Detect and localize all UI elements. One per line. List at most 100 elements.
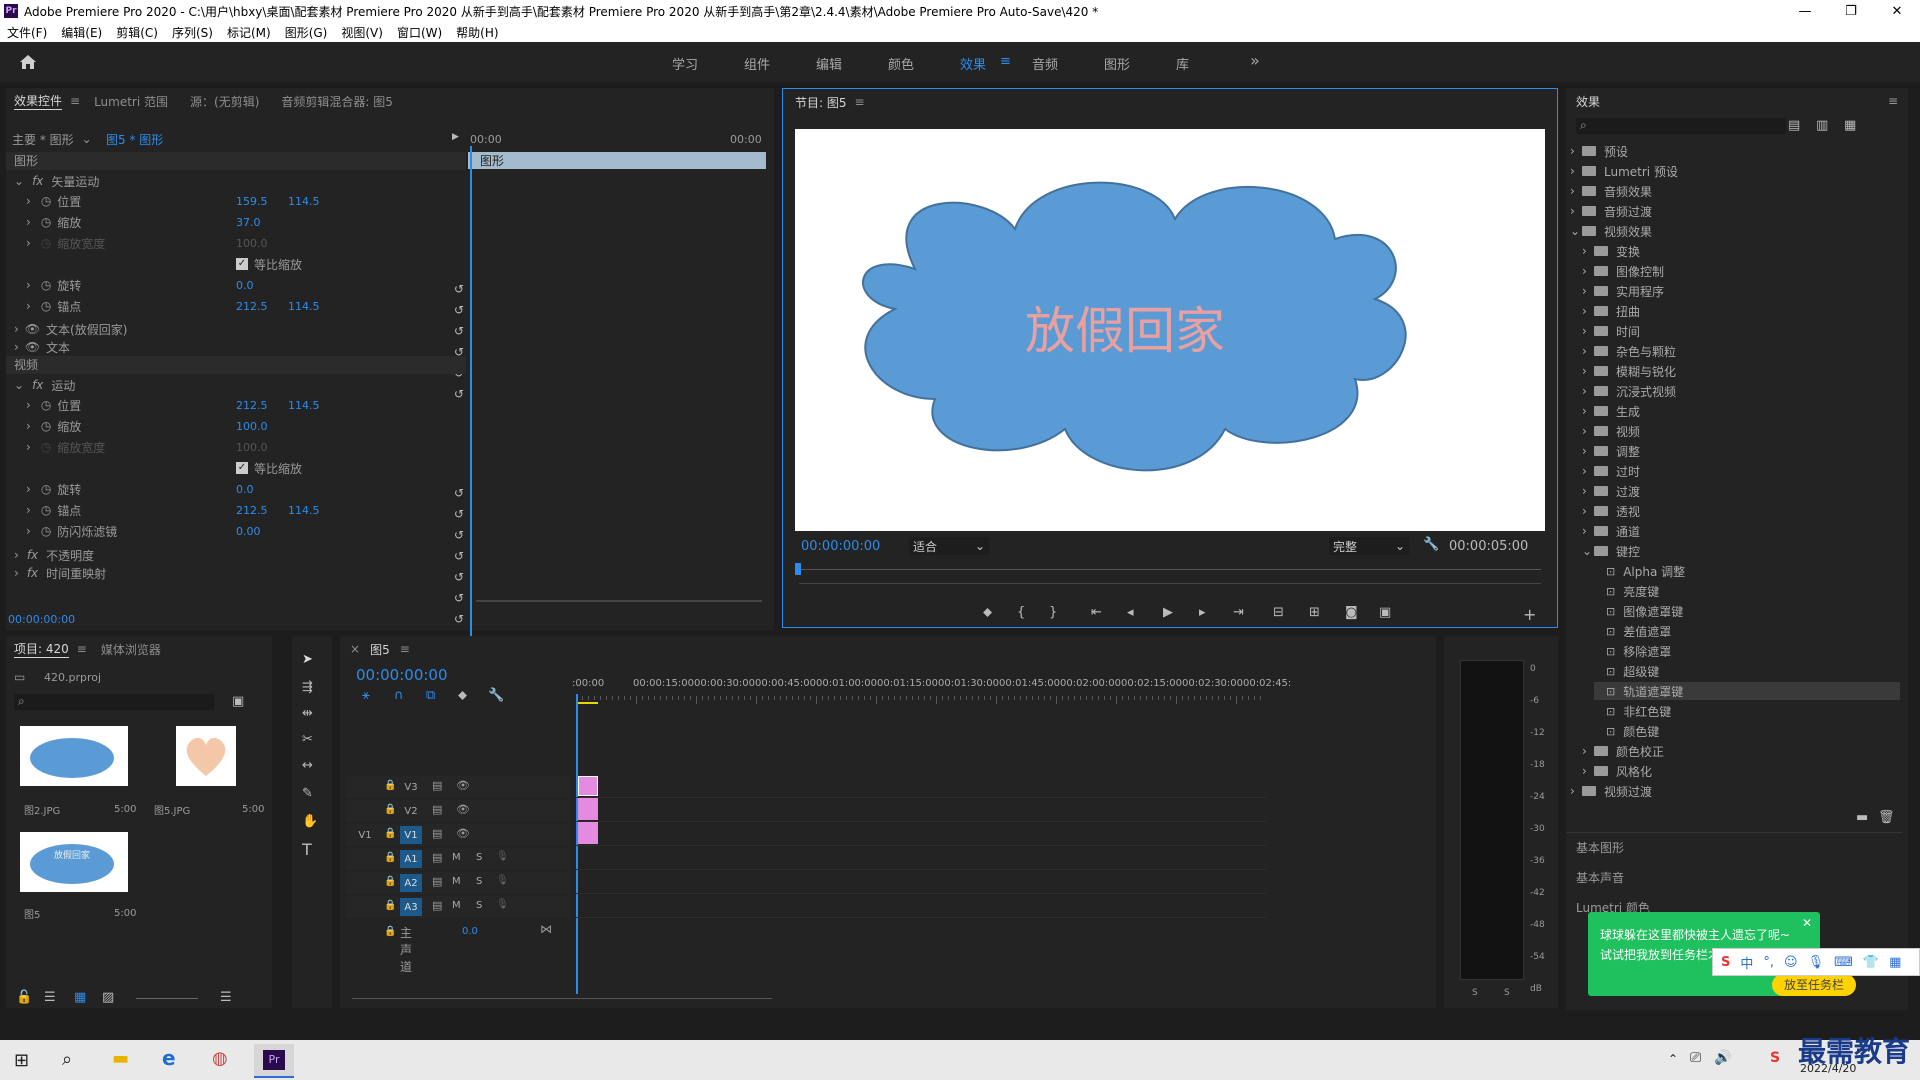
clip-v2[interactable] xyxy=(578,798,598,820)
stopwatch-icon[interactable]: ◷ xyxy=(41,299,51,313)
track-lane[interactable] xyxy=(576,848,1266,870)
effects-tree-item[interactable]: › 扭曲 xyxy=(1582,302,1900,320)
bowtie-icon[interactable]: ⋈ xyxy=(540,922,552,936)
effects-tree-item[interactable]: ⌄ 键控 xyxy=(1582,542,1900,560)
track-select-icon[interactable]: ⇶ xyxy=(302,680,313,695)
effects-tree-item[interactable]: ⊡ 亮度键 xyxy=(1594,582,1900,600)
effects-tree-item[interactable]: ⊡ 轨道遮罩键 xyxy=(1594,682,1900,700)
menu-view[interactable]: 视图(V) xyxy=(334,24,390,41)
hand-icon[interactable]: ✋ xyxy=(302,814,318,829)
solo-right[interactable]: S xyxy=(1504,988,1510,998)
work-area-bar[interactable] xyxy=(578,702,598,704)
effects-tree-item[interactable]: › 视频过渡 xyxy=(1570,782,1900,800)
ec-param-row[interactable]: › ◷ 位置 212.5 114.5 xyxy=(26,396,466,414)
effects-tree-item[interactable]: › 杂色与颗粒 xyxy=(1582,342,1900,360)
chevron-right-icon[interactable]: › xyxy=(26,215,31,229)
ec-param-row[interactable]: ✓ 等比缩放 xyxy=(26,255,466,273)
mute-button[interactable]: M xyxy=(452,876,461,887)
ec-param-row[interactable]: › ◷ 旋转 0.0 xyxy=(26,276,466,294)
play-icon[interactable]: ▶ xyxy=(1163,605,1173,620)
app-icon[interactable]: ◍ xyxy=(212,1048,228,1069)
track-target[interactable]: A2 xyxy=(400,874,422,892)
sync-lock-icon[interactable]: ▤ xyxy=(432,875,442,888)
ec-param-row[interactable]: › ◷ 锚点 212.5 114.5 xyxy=(26,297,466,315)
stopwatch-icon[interactable]: ◷ xyxy=(41,482,51,496)
solo-button[interactable]: S xyxy=(476,900,482,911)
effects-tree-item[interactable]: › 视频 xyxy=(1582,422,1900,440)
lift-icon[interactable]: ⊟ xyxy=(1273,605,1284,620)
tab-effect-controls[interactable]: 效果控件 xyxy=(14,92,63,110)
ec-param-row[interactable]: › ◷ 位置 159.5 114.5 xyxy=(26,192,466,210)
chevron-right-icon[interactable]: › xyxy=(26,194,31,208)
find-icon[interactable]: ▣ xyxy=(232,694,244,709)
lock-icon[interactable]: 🔒 xyxy=(384,852,396,863)
reset-icon[interactable]: ↺ xyxy=(454,549,464,563)
sync-lock-icon[interactable]: ▤ xyxy=(432,899,442,912)
home-icon[interactable] xyxy=(18,52,38,72)
track-lane[interactable] xyxy=(576,824,1266,846)
ec-param-row[interactable]: › ◷ 缩放宽度 100.0 xyxy=(26,234,466,252)
add-marker-icon[interactable]: ⬥ xyxy=(458,688,467,703)
sort-icon[interactable]: ☰ xyxy=(220,990,232,1005)
workspace-editing[interactable]: 编辑 xyxy=(816,54,842,73)
effects-tree-item[interactable]: ⊡ 差值遮罩 xyxy=(1594,622,1900,640)
project-item-thumb[interactable] xyxy=(20,726,128,786)
essential-graphics[interactable]: 基本图形 xyxy=(1576,838,1624,856)
minimize-button[interactable]: — xyxy=(1782,0,1828,22)
text1-row[interactable]: › 👁 文本(放假回家) xyxy=(14,320,127,338)
effects-tree-item[interactable]: › 时间 xyxy=(1582,322,1900,340)
tab-audio-clip-mixer[interactable]: 音频剪辑混合器: 图5 xyxy=(281,93,393,110)
go-to-out-icon[interactable]: ⇥ xyxy=(1233,605,1244,620)
track-lane[interactable] xyxy=(576,776,1266,798)
workspace-menu-icon[interactable]: ≡ xyxy=(1000,54,1011,69)
list-view-icon[interactable]: ☰ xyxy=(44,990,56,1005)
lock-icon[interactable]: 🔓 xyxy=(16,990,32,1005)
ec-zoom-scrollbar[interactable] xyxy=(476,600,762,602)
program-time-ruler[interactable] xyxy=(799,569,1541,570)
clip-v3[interactable] xyxy=(578,776,598,796)
ec-timecode[interactable]: 00:00:00:00 xyxy=(8,610,75,628)
project-search-input[interactable]: ⌕ xyxy=(14,694,214,710)
wrench-icon[interactable]: 🔧 xyxy=(1423,537,1439,552)
effects-tree-item[interactable]: › 实用程序 xyxy=(1582,282,1900,300)
workspace-learn[interactable]: 学习 xyxy=(672,54,698,73)
effects-tree-item[interactable]: › 音频效果 xyxy=(1570,182,1900,200)
slip-icon[interactable]: ↔ xyxy=(302,758,313,773)
step-forward-icon[interactable]: ▸ xyxy=(1199,605,1206,620)
timeline-ruler[interactable]: :00:00 00:00:15:00 00:00:30:00 00:00:45:00 0… xyxy=(572,678,1291,706)
sync-lock-icon[interactable]: ▤ xyxy=(432,803,442,816)
menu-graphics[interactable]: 图形(G) xyxy=(278,24,335,41)
chevron-right-icon[interactable]: › xyxy=(26,278,31,292)
mute-button[interactable]: M xyxy=(452,852,461,863)
effects-tree-item[interactable]: ⌄ 视频效果 xyxy=(1570,222,1900,240)
chevron-right-icon[interactable]: › xyxy=(26,440,31,454)
param-value[interactable]: 100.0 xyxy=(236,420,268,433)
param-value[interactable]: 114.5 xyxy=(288,300,320,313)
toast-close-button[interactable]: ✕ xyxy=(1802,916,1812,930)
text2-row[interactable]: › 👁 文本 xyxy=(14,338,70,356)
workspace-libraries[interactable]: 库 xyxy=(1176,54,1189,73)
chevron-right-icon[interactable]: › xyxy=(26,398,31,412)
lock-icon[interactable]: 🔒 xyxy=(384,900,396,911)
reset-icon[interactable]: ↺ xyxy=(454,591,464,605)
essential-sound[interactable]: 基本声音 xyxy=(1576,868,1624,886)
source-patch[interactable]: V1 xyxy=(354,826,376,844)
tab-program[interactable]: 节目: 图5 xyxy=(795,94,847,111)
stopwatch-icon[interactable]: ◷ xyxy=(41,524,51,538)
ec-param-row[interactable]: › ◷ 缩放 37.0 xyxy=(26,213,466,231)
effects-tree-item[interactable]: › 颜色校正 xyxy=(1582,742,1900,760)
param-value[interactable]: 37.0 xyxy=(236,216,261,229)
razor-icon[interactable]: ✂ xyxy=(302,732,313,747)
eye-icon[interactable]: 👁 xyxy=(456,827,470,840)
windows-start-icon[interactable]: ⊞ xyxy=(14,1050,29,1071)
go-to-in-icon[interactable]: ⇤ xyxy=(1091,605,1102,620)
program-playhead[interactable] xyxy=(795,563,801,575)
param-value[interactable]: 159.5 xyxy=(236,195,268,208)
chevron-right-icon[interactable]: › xyxy=(26,299,31,313)
chevron-right-icon[interactable]: › xyxy=(26,482,31,496)
track-target[interactable]: V2 xyxy=(400,802,422,820)
maximize-button[interactable]: ❐ xyxy=(1828,0,1874,22)
icon-view-icon[interactable]: ▦ xyxy=(74,990,86,1005)
ec-playhead[interactable] xyxy=(470,146,472,696)
mic-icon[interactable]: 🎙 xyxy=(1808,955,1825,970)
